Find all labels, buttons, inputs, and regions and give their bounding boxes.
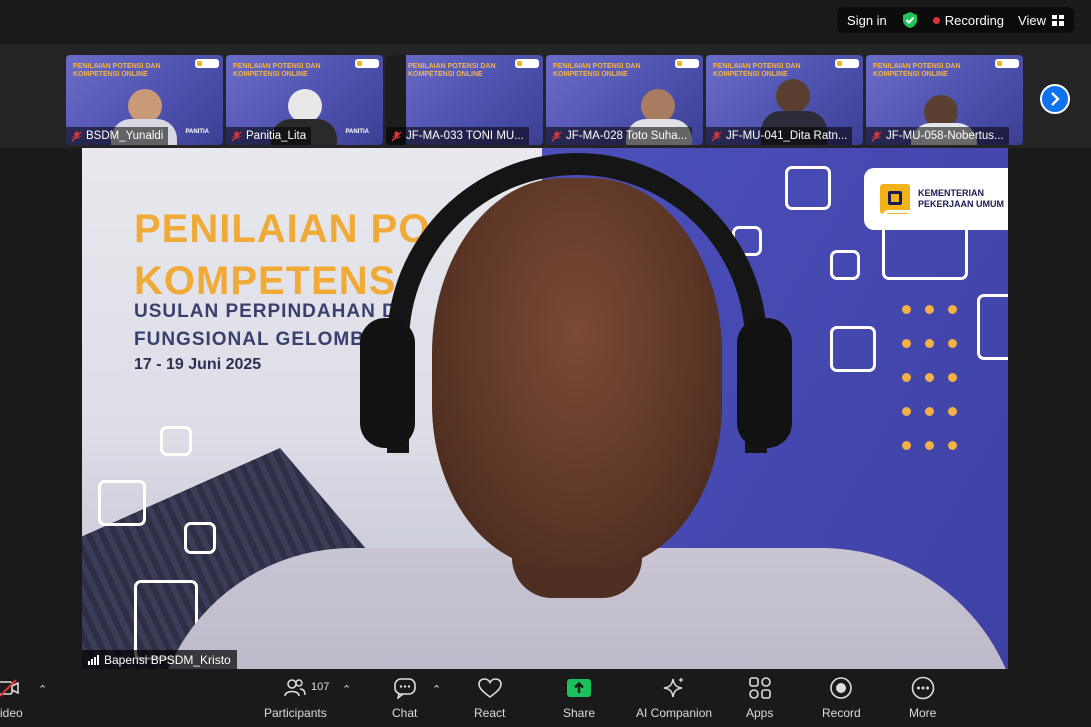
tile-slide-title: PENILAIAN POTENSI DAN KOMPETENSI ONLINE (553, 63, 641, 78)
participant-tile[interactable]: PENILAIAN POTENSI DAN KOMPETENSI ONLINE … (866, 55, 1023, 145)
heart-icon (477, 678, 502, 699)
sign-in-link[interactable]: Sign in (847, 13, 887, 28)
deco-square (830, 326, 876, 372)
participant-tile[interactable]: PENILAIAN POTENSI DAN KOMPETENSI ONLINE … (706, 55, 863, 145)
participant-name-label: JF-MA-033 TONI MU... (386, 127, 529, 145)
chevron-right-icon (1051, 92, 1060, 106)
top-bar: Sign in Recording View (0, 0, 1091, 44)
record-icon (830, 677, 853, 699)
mic-muted-icon (551, 131, 562, 141)
participant-video (641, 89, 675, 123)
slide-subtitle: USULAN PERPINDAHAN D FUNGSIONAL GELOMB (134, 301, 397, 350)
participant-name-label: Panitia_Lita (226, 127, 312, 145)
video-button[interactable]: ideo (0, 675, 23, 720)
share-screen-icon (567, 679, 592, 697)
chevron-up-icon[interactable]: ⌃ (342, 683, 351, 696)
tile-badge: PANITIA (185, 129, 209, 135)
participant-video (776, 79, 810, 113)
next-page-button[interactable] (1040, 84, 1070, 114)
mic-muted-icon (71, 131, 82, 141)
participant-tile[interactable]: PENILAIAN POTENSI DAN KOMPETENSI ONLINE … (386, 55, 543, 145)
deco-square (184, 522, 216, 554)
share-button[interactable]: Share (563, 675, 595, 720)
mic-muted-icon (871, 131, 882, 141)
chat-button[interactable]: Chat (392, 675, 417, 720)
slide-date: 17 - 19 Juni 2025 (134, 356, 262, 373)
participants-icon (284, 679, 307, 697)
org-logo (835, 59, 859, 68)
chat-icon (393, 678, 416, 699)
record-button[interactable]: Record (822, 675, 861, 720)
top-controls: Sign in Recording View (837, 7, 1074, 33)
react-button[interactable]: React (474, 675, 505, 720)
participant-tile[interactable]: PENILAIAN POTENSI DAN KOMPETENSI ONLINE … (546, 55, 703, 145)
video-off-icon (0, 679, 20, 697)
participant-name-label: JF-MU-041_Dita Ratn... (706, 127, 853, 145)
tile-slide-title: PENILAIAN POTENSI DAN KOMPETENSI ONLINE (73, 63, 161, 78)
org-logo (195, 59, 219, 68)
org-logo (995, 59, 1019, 68)
deco-square (98, 480, 146, 526)
ai-companion-button[interactable]: AI Companion (636, 675, 712, 720)
speaker-name-label: Bapensi BPSDM_Kristo (82, 650, 237, 669)
tile-slide-title: PENILAIAN POTENSI DAN KOMPETENSI ONLINE (408, 63, 496, 78)
participant-count: 107 (311, 681, 330, 693)
apps-button[interactable]: Apps (746, 675, 773, 720)
participant-name-label: BSDM_Yunaldi (66, 127, 169, 145)
tile-badge: PANITIA (345, 129, 369, 135)
shield-check-icon[interactable] (901, 11, 919, 29)
deco-square (830, 250, 860, 280)
org-logo (515, 59, 539, 68)
participant-video (128, 89, 162, 123)
signal-bars-icon (88, 654, 99, 665)
tile-slide-title: PENILAIAN POTENSI DAN KOMPETENSI ONLINE (713, 63, 801, 78)
participant-name-label: JF-MA-028 Toto Suha... (546, 127, 693, 145)
mic-muted-icon (711, 131, 722, 141)
participant-tile[interactable]: PENILAIAN POTENSI DAN KOMPETENSI ONLINE … (226, 55, 383, 145)
recording-dot-icon (932, 16, 940, 24)
deco-square (785, 166, 831, 210)
apps-icon (748, 677, 771, 699)
deco-square (160, 426, 192, 456)
view-label: View (1018, 12, 1046, 28)
view-button[interactable]: View (1018, 13, 1064, 28)
more-button[interactable]: More (909, 675, 936, 720)
more-icon (911, 676, 934, 700)
meeting-toolbar: ideo ⌃ Participants 107 ⌃ Chat ⌃ React S… (0, 669, 1091, 727)
slide-title: PENILAIAN PO KOMPETENS (134, 207, 431, 303)
participant-name-label: JF-MU-058-Nobertus... (866, 127, 1009, 145)
deco-square (977, 294, 1008, 360)
participant-tile[interactable]: PENILAIAN POTENSI DAN KOMPETENSI ONLINE … (66, 55, 223, 145)
active-speaker-video[interactable]: PENILAIAN PO KOMPETENS USULAN PERPINDAHA… (82, 148, 1008, 669)
deco-square (882, 210, 968, 280)
org-logo (675, 59, 699, 68)
grid-icon (1052, 14, 1064, 26)
recording-indicator[interactable]: Recording (932, 12, 1005, 28)
chevron-up-icon[interactable]: ⌃ (38, 683, 47, 696)
mic-muted-icon (391, 131, 402, 141)
chevron-up-icon[interactable]: ⌃ (432, 683, 441, 696)
tile-slide-title: PENILAIAN POTENSI DAN KOMPETENSI ONLINE (233, 63, 321, 78)
tile-slide-title: PENILAIAN POTENSI DAN KOMPETENSI ONLINE (873, 63, 961, 78)
sparkle-icon (663, 677, 685, 698)
participant-video (288, 89, 322, 123)
recording-label: Recording (944, 12, 1005, 28)
participant-gallery-strip: PENILAIAN POTENSI DAN KOMPETENSI ONLINE … (0, 44, 1091, 148)
org-logo (355, 59, 379, 68)
mic-muted-icon (231, 131, 242, 141)
